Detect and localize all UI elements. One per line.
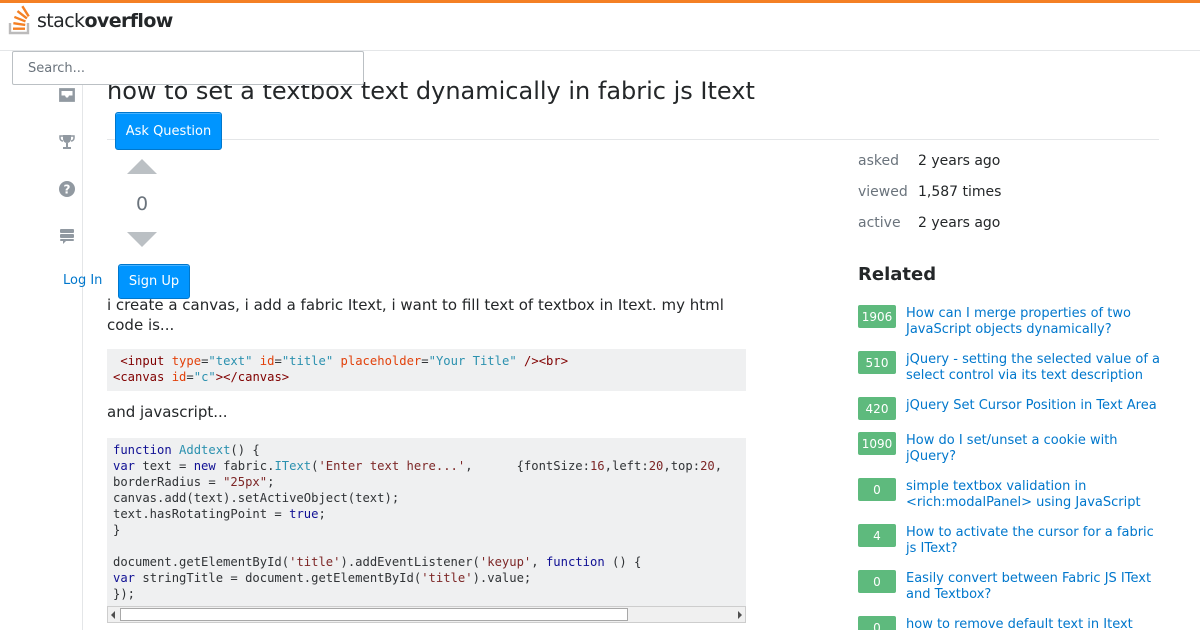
inbox-icon[interactable] (58, 86, 76, 104)
javascript-code-block: function Addtext() { var text = new fabr… (107, 438, 746, 606)
related-score-badge[interactable]: 0 (858, 478, 896, 501)
html-code-block: <input type="text" id="title" placeholde… (107, 349, 746, 391)
question-body-intro: i create a canvas, i add a fabric Itext,… (107, 296, 724, 334)
stat-viewed-value: 1,587 times (918, 184, 1002, 200)
stack-logo-icon (8, 5, 30, 35)
help-icon[interactable]: ? (58, 180, 76, 198)
upvote-arrow-icon[interactable] (127, 159, 157, 174)
downvote-arrow-icon[interactable] (127, 232, 157, 247)
related-score-badge[interactable]: 1090 (858, 432, 896, 455)
related-score-badge[interactable]: 1906 (858, 305, 896, 328)
stat-viewed-label: viewed (858, 184, 908, 200)
related-question-link[interactable]: How to activate the cursor for a fabric … (906, 525, 1161, 557)
related-question-link[interactable]: jQuery - setting the selected value of a… (906, 352, 1161, 384)
scrollbar-thumb[interactable] (120, 608, 628, 621)
ask-question-button[interactable]: Ask Question (115, 112, 222, 150)
question-body-js-intro: and javascript... (107, 403, 228, 421)
related-score-badge[interactable]: 0 (858, 570, 896, 593)
stat-asked-label: asked (858, 153, 899, 169)
scroll-left-arrow-icon[interactable] (111, 611, 115, 619)
stat-active-label: active (858, 215, 901, 231)
title-divider (107, 139, 1159, 140)
related-heading: Related (858, 264, 937, 285)
svg-text:?: ? (64, 183, 71, 197)
related-question-link[interactable]: simple textbox validation in <rich:modal… (906, 479, 1161, 511)
related-score-badge[interactable]: 420 (858, 397, 896, 420)
search-input[interactable] (12, 51, 364, 85)
related-question-link[interactable]: How can I merge properties of two JavaSc… (906, 306, 1161, 338)
related-question-link[interactable]: How do I set/unset a cookie with jQuery? (906, 433, 1161, 465)
logo-text: stackoverflow (37, 10, 173, 32)
signup-button[interactable]: Sign Up (118, 264, 190, 299)
scroll-right-arrow-icon[interactable] (738, 611, 742, 619)
code-horizontal-scrollbar[interactable] (107, 606, 746, 623)
stat-active-value[interactable]: 2 years ago (918, 215, 1000, 231)
vote-count: 0 (135, 193, 149, 215)
related-score-badge[interactable]: 4 (858, 524, 896, 547)
stat-asked-value: 2 years ago (918, 153, 1001, 169)
related-question-link[interactable]: jQuery Set Cursor Position in Text Area (906, 398, 1161, 414)
related-score-badge[interactable]: 510 (858, 351, 896, 374)
related-score-badge[interactable]: 0 (858, 616, 896, 630)
top-bar: stackoverflow (0, 0, 1200, 51)
stackoverflow-logo[interactable]: stackoverflow (8, 5, 173, 35)
related-question-link[interactable]: how to remove default text in Itext (906, 617, 1161, 630)
related-question-link[interactable]: Easily convert between Fabric JS IText a… (906, 571, 1161, 603)
trophy-icon[interactable] (58, 133, 76, 151)
left-rail-divider (82, 51, 83, 630)
review-queue-icon[interactable] (58, 227, 76, 245)
login-link[interactable]: Log In (63, 273, 102, 288)
